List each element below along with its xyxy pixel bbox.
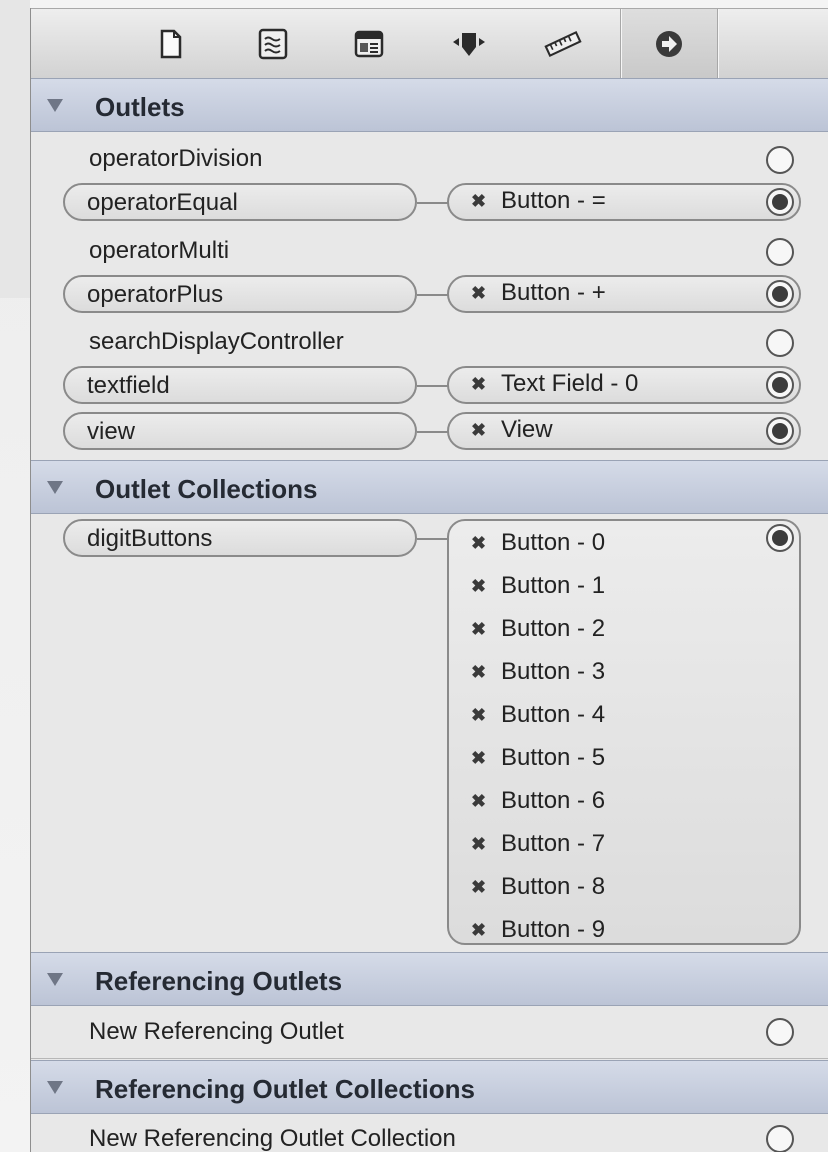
disconnect-x-icon[interactable]: ✖: [471, 920, 486, 941]
outlet-name: operatorEqual: [87, 189, 238, 216]
disconnect-x-icon[interactable]: ✖: [471, 619, 486, 640]
collection-target-label: Button - 2: [501, 615, 606, 642]
outlet-pill[interactable]: digitButtons: [63, 519, 417, 557]
section-title: Outlets: [95, 92, 185, 122]
connection-circle-empty[interactable]: [766, 146, 794, 174]
connection-line: [417, 431, 449, 433]
target-label: Text Field - 0: [501, 370, 639, 397]
outlet-collection-name: digitButtons: [87, 525, 213, 552]
row-divider: [31, 1058, 828, 1059]
connection-circle-filled[interactable]: [766, 417, 794, 445]
disconnect-x-icon[interactable]: ✖: [471, 877, 486, 898]
connection-line: [417, 385, 449, 387]
connections-inspector: Outlets operatorDivision operatorEqual ✖…: [30, 8, 828, 1152]
outlet-pill[interactable]: view: [63, 412, 417, 450]
disclosure-triangle-icon[interactable]: [47, 1081, 63, 1094]
section-title: Referencing Outlets: [95, 966, 343, 996]
target-label: Button - +: [501, 279, 606, 306]
outlet-name: operatorPlus: [87, 281, 224, 308]
outlet-name: textfield: [87, 372, 170, 399]
outlet-name: view: [87, 418, 136, 445]
disconnect-x-icon[interactable]: ✖: [471, 374, 486, 395]
referencing-outlet-label: New Referencing Outlet: [89, 1018, 344, 1045]
disconnect-x-icon[interactable]: ✖: [471, 533, 486, 554]
section-header-referencing-outlets[interactable]: Referencing Outlets: [31, 952, 828, 1006]
disclosure-triangle-icon[interactable]: [47, 481, 63, 494]
outlet-pill[interactable]: operatorPlus: [63, 275, 417, 313]
collection-target-label: Button - 5: [501, 744, 606, 771]
disconnect-x-icon[interactable]: ✖: [471, 791, 486, 812]
section-header-outlet-collections[interactable]: Outlet Collections: [31, 460, 828, 514]
connection-circle-empty[interactable]: [766, 1018, 794, 1046]
target-label: Button - =: [501, 187, 606, 214]
collection-target-label: Button - 1: [501, 572, 606, 599]
disclosure-triangle-icon[interactable]: [47, 99, 63, 112]
connection-circle-empty[interactable]: [766, 238, 794, 266]
disconnect-x-icon[interactable]: ✖: [471, 283, 486, 304]
collection-target-label: Button - 3: [501, 658, 606, 685]
connection-circle-empty[interactable]: [766, 329, 794, 357]
toolbar-separator: [717, 9, 718, 78]
section-header-referencing-outlet-collections[interactable]: Referencing Outlet Collections: [31, 1060, 828, 1114]
disconnect-x-icon[interactable]: ✖: [471, 191, 486, 212]
identity-icon[interactable]: [349, 25, 389, 63]
disconnect-x-icon[interactable]: ✖: [471, 662, 486, 683]
disconnect-x-icon[interactable]: ✖: [471, 705, 486, 726]
size-ruler-icon[interactable]: [543, 25, 583, 63]
section-header-outlets[interactable]: Outlets: [31, 78, 828, 132]
section-title: Outlet Collections: [95, 474, 318, 504]
quick-help-icon[interactable]: [253, 25, 293, 63]
connection-circle-filled[interactable]: [766, 280, 794, 308]
connection-circle-filled[interactable]: [766, 188, 794, 216]
disclosure-triangle-icon[interactable]: [47, 973, 63, 986]
connection-circle-filled[interactable]: [766, 524, 794, 552]
referencing-outlet-collection-label: New Referencing Outlet Collection: [89, 1125, 456, 1152]
toolbar-separator: [620, 9, 621, 78]
disconnect-x-icon[interactable]: ✖: [471, 748, 486, 769]
outlet-pill[interactable]: textfield: [63, 366, 417, 404]
connection-circle-filled[interactable]: [766, 371, 794, 399]
collection-target-label: Button - 8: [501, 873, 606, 900]
connections-arrow-icon[interactable]: [649, 25, 689, 63]
connection-line: [417, 538, 449, 540]
outlet-name: operatorDivision: [89, 145, 263, 172]
inspector-toolbar: [31, 8, 828, 79]
outlet-name: operatorMulti: [89, 237, 230, 264]
collection-target-label: Button - 0: [501, 529, 606, 556]
collection-target-label: Button - 9: [501, 916, 606, 943]
connection-line: [417, 202, 449, 204]
window-background-shade: [0, 0, 30, 298]
disconnect-x-icon[interactable]: ✖: [471, 834, 486, 855]
disconnect-x-icon[interactable]: ✖: [471, 576, 486, 597]
disconnect-x-icon[interactable]: ✖: [471, 420, 486, 441]
connection-line: [417, 294, 449, 296]
target-label: View: [501, 416, 553, 443]
section-title: Referencing Outlet Collections: [95, 1074, 475, 1104]
collection-target-label: Button - 6: [501, 787, 606, 814]
collection-target-label: Button - 7: [501, 830, 606, 857]
file-icon[interactable]: [151, 25, 191, 63]
collection-target-label: Button - 4: [501, 701, 606, 728]
outlet-pill[interactable]: operatorEqual: [63, 183, 417, 221]
connection-circle-empty[interactable]: [766, 1125, 794, 1152]
outlet-name: searchDisplayController: [89, 328, 344, 355]
attributes-icon[interactable]: [449, 25, 489, 63]
